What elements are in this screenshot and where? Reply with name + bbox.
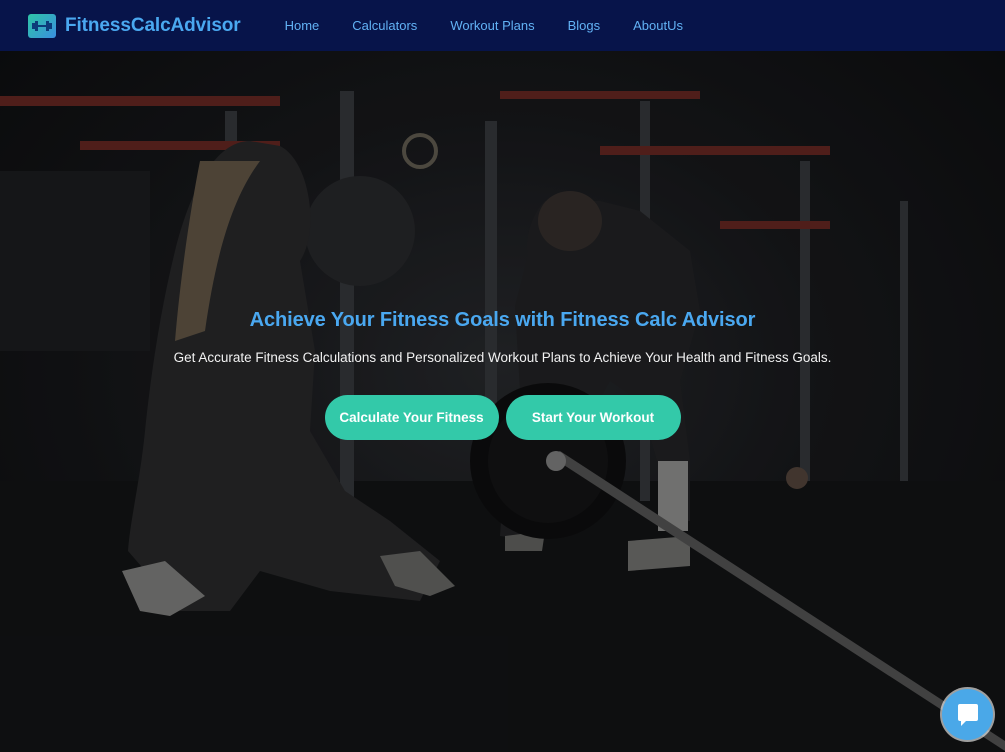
- brand-home-link[interactable]: FitnessCalcAdvisor: [28, 13, 241, 38]
- top-navbar: FitnessCalcAdvisor Home Calculators Work…: [0, 0, 1005, 51]
- hero-title: Achieve Your Fitness Goals with Fitness …: [249, 309, 756, 331]
- hero-buttons: Calculate Your Fitness Start Your Workou…: [0, 395, 1005, 440]
- nav-link-workout-plans[interactable]: Workout Plans: [450, 18, 534, 33]
- nav-link-home[interactable]: Home: [285, 18, 320, 33]
- hero-content: Achieve Your Fitness Goals with Fitness …: [0, 309, 1005, 440]
- main-nav: Home Calculators Workout Plans Blogs Abo…: [285, 18, 716, 33]
- chat-widget-button[interactable]: [942, 689, 993, 740]
- hero-subtitle: Get Accurate Fitness Calculations and Pe…: [173, 350, 832, 365]
- nav-link-blogs[interactable]: Blogs: [568, 18, 601, 33]
- nav-link-about-us[interactable]: AboutUs: [633, 18, 683, 33]
- brand-name: FitnessCalcAdvisor: [65, 14, 241, 36]
- calculate-your-fitness-button[interactable]: Calculate Your Fitness: [324, 395, 499, 440]
- start-your-workout-button[interactable]: Start Your Workout: [505, 395, 681, 440]
- chat-bubble-icon: [957, 703, 978, 726]
- dumbbell-logo-icon: [28, 13, 56, 38]
- hero-section: Achieve Your Fitness Goals with Fitness …: [0, 51, 1005, 752]
- nav-link-calculators[interactable]: Calculators: [352, 18, 417, 33]
